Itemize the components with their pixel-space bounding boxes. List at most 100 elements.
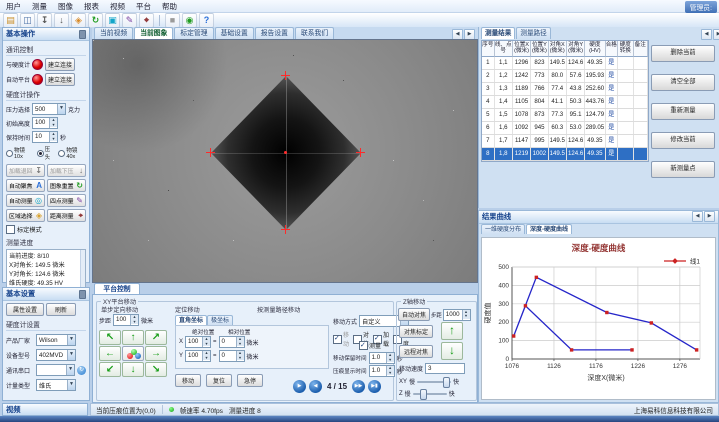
action-button[interactable]: 加载退回 ↧ <box>6 164 45 177</box>
capture-icon[interactable]: ▣ <box>105 12 120 28</box>
move-up-right-button[interactable]: ↗ <box>145 330 167 345</box>
connect-button[interactable]: 建立连接 <box>45 58 76 71</box>
tab-scroll-left-icon[interactable]: ◀ <box>701 29 712 40</box>
move-speed-input[interactable]: 3 <box>425 363 466 374</box>
coordinate-tab[interactable]: 极坐标 <box>207 315 234 325</box>
menu-item[interactable]: 图像 <box>58 1 73 12</box>
slider-thumb[interactable] <box>420 389 428 400</box>
table-row[interactable]: 8 1,8 1219 1002 149.5 124.6 49.35 是 <box>482 148 648 161</box>
new-point-button[interactable]: 新测量点 <box>651 161 715 178</box>
tab-4[interactable]: 报告设置 <box>254 27 294 39</box>
tab-5[interactable]: 联系我们 <box>294 27 335 39</box>
microscope-image[interactable] <box>92 39 478 283</box>
abs-position-stepper[interactable]: 100 ▲ ▼ <box>185 350 212 362</box>
z-step-stepper[interactable]: 1000 ▲ ▼ <box>442 308 471 321</box>
pad-center[interactable] <box>122 346 144 361</box>
field-select[interactable]: Wilson ▼ <box>36 334 76 346</box>
field-select[interactable]: 402MVD ▼ <box>36 349 76 361</box>
height-stepper[interactable]: 100 ▲ ▼ <box>32 117 59 129</box>
stepper-arrows-icon[interactable]: ▲ ▼ <box>235 351 244 361</box>
table-row[interactable]: 4 1,4 1105 804 41.1 50.3 443.76 是 <box>482 96 648 109</box>
stepper-arrows-icon[interactable]: ▲ ▼ <box>49 132 58 142</box>
focus-calibration-button[interactable]: 对焦标定 <box>399 325 433 338</box>
load-return-icon[interactable]: ↧ <box>37 12 52 28</box>
objective-option[interactable]: 压头 <box>36 145 56 161</box>
move-down-button[interactable]: ↓ <box>122 362 144 377</box>
tab-curve-0[interactable]: 一维硬度分布 <box>481 224 526 234</box>
scroll-left-icon[interactable]: ◀ <box>692 211 703 222</box>
action-button[interactable]: 图象重置 ↻ <box>47 179 86 192</box>
abs-position-stepper[interactable]: 100 ▲ ▼ <box>185 336 212 348</box>
move-up-button[interactable]: ↑ <box>122 330 144 345</box>
tab-curve-1[interactable]: 深度-硬度曲线 <box>526 224 573 234</box>
indent-show-time-stepper[interactable]: 1.0 ▲ ▼ <box>368 365 395 377</box>
field-select[interactable]: 维氏 ▼ <box>36 379 76 391</box>
scroll-right-icon[interactable]: ▶ <box>704 211 715 222</box>
measure-tool-icon[interactable]: ⌖ <box>139 12 154 28</box>
refresh-button[interactable]: 刷新 <box>46 303 76 316</box>
table-row[interactable]: 1 1,1 1296 823 149.5 124.6 49.35 是 <box>482 57 648 70</box>
z-down-button[interactable]: ↓ <box>441 342 463 360</box>
tab-scroll-right-icon[interactable]: ▶ <box>713 29 719 40</box>
video-panel-bar[interactable]: 视频 <box>2 403 88 416</box>
step-forward-button[interactable]: ▶▶ <box>352 380 366 393</box>
help-icon[interactable]: ? <box>199 12 214 28</box>
force-select[interactable]: 500 ▼ <box>32 103 67 115</box>
load-press-icon[interactable]: ↓ <box>54 12 69 28</box>
move-right-button[interactable]: → <box>145 346 167 361</box>
rel-position-stepper[interactable]: 0 ▲ ▼ <box>218 350 245 362</box>
edit-measure-icon[interactable]: ✎ <box>122 12 137 28</box>
stepper-arrows-icon[interactable]: ▲ ▼ <box>385 353 394 363</box>
tab-1[interactable]: 当前图象 <box>134 27 174 39</box>
remote-focus-button[interactable]: 远程对焦 <box>399 345 433 358</box>
slider-track[interactable] <box>417 377 452 388</box>
stepper-arrows-icon[interactable]: ▲ ▼ <box>202 337 211 347</box>
stepper-arrows-icon[interactable]: ▲ ▼ <box>235 337 244 347</box>
move-down-right-button[interactable]: ↘ <box>145 362 167 377</box>
stop-button[interactable]: 急停 <box>237 374 263 387</box>
slider-thumb[interactable] <box>442 377 450 388</box>
remeasure-button[interactable]: 重新测量 <box>651 103 715 120</box>
action-button[interactable]: 自动测量 ◎ <box>6 194 45 207</box>
table-row[interactable]: 5 1,5 1078 873 77.3 95.1 124.79 是 <box>482 109 648 122</box>
pin-icon[interactable] <box>79 29 86 39</box>
menu-item[interactable]: 平台 <box>136 1 151 12</box>
field-select[interactable]: ▼ <box>35 364 76 376</box>
stepper-arrows-icon[interactable]: ▲ ▼ <box>385 366 394 376</box>
action-button[interactable]: 距离测量 ⌖ <box>47 209 86 222</box>
table-row[interactable]: 3 1,3 1189 766 77.4 43.8 252.60 是 <box>482 83 648 96</box>
modify-current-button[interactable]: 修改当前 <box>651 132 715 149</box>
camera-icon[interactable]: ◉ <box>182 12 197 28</box>
tab-2[interactable]: 标定管理 <box>174 27 214 39</box>
action-button[interactable]: 加载下压 ↓ <box>47 164 86 177</box>
table-row[interactable]: 6 1,6 1092 945 60.3 53.0 289.05 是 <box>482 122 648 135</box>
go-last-button[interactable]: ▶▮ <box>368 380 382 393</box>
action-button[interactable]: 区域选择 ◈ <box>6 209 45 222</box>
pin-icon[interactable] <box>79 289 86 299</box>
move-down-left-button[interactable]: ↙ <box>99 362 121 377</box>
slider-track[interactable] <box>412 389 447 400</box>
auto-focus-button[interactable]: 自动对焦 <box>398 308 430 321</box>
table-row[interactable]: 2 1,2 1242 773 80.0 57.6 195.93 是 <box>482 70 648 83</box>
delete-current-button[interactable]: 删除当前 <box>651 45 715 62</box>
step-back-button[interactable]: ◀ <box>309 380 322 393</box>
property-settings-button[interactable]: 属性设置 <box>6 303 44 316</box>
hold-stepper[interactable]: 10 ▲ ▼ <box>32 131 59 143</box>
stepper-arrows-icon[interactable]: ▲ ▼ <box>130 315 139 325</box>
reset-button[interactable]: 复位 <box>206 374 232 387</box>
tab-results-0[interactable]: 测量结果 <box>481 27 516 39</box>
step-stepper[interactable]: 100 ▲ ▼ <box>113 314 140 326</box>
objective-option[interactable]: 物镜10x <box>6 146 34 160</box>
action-button[interactable]: 四点测量 ✎ <box>47 194 86 207</box>
play-button[interactable]: ▶ <box>293 380 306 393</box>
save-icon[interactable]: ◫ <box>20 12 35 28</box>
objective-option[interactable]: 物镜40x <box>58 146 86 160</box>
coordinate-tab[interactable]: 直角坐标 <box>175 315 208 325</box>
move-button[interactable]: 移动 <box>175 374 201 387</box>
refresh-port-icon[interactable]: ↻ <box>77 365 86 375</box>
rel-position-stepper[interactable]: 0 ▲ ▼ <box>218 336 245 348</box>
stepper-arrows-icon[interactable]: ▲ ▼ <box>202 351 211 361</box>
move-hold-time-stepper[interactable]: 1.0 ▲ ▼ <box>368 352 395 364</box>
auto-focus-icon[interactable]: ↻ <box>88 12 103 28</box>
menu-item[interactable]: 测量 <box>32 1 47 12</box>
